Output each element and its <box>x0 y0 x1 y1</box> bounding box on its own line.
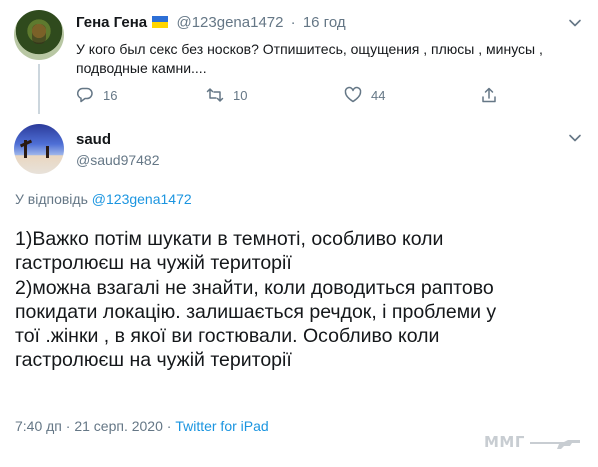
replying-to-handle-link[interactable]: @123gena1472 <box>92 191 192 207</box>
tweet-source-link[interactable]: Twitter for iPad <box>175 418 268 434</box>
like-button[interactable]: 44 <box>344 86 385 104</box>
tweet-text-line: тої .жінки , в якої ви гостювали. Особли… <box>15 325 440 348</box>
tweet-text-line: 1)Важко потім шукати в темноті, особливо… <box>15 228 444 250</box>
original-tweet: Гена Гена @123gena1472 · 16 год У кого б… <box>0 0 598 118</box>
separator-dot: · <box>290 14 296 31</box>
reply-tweet-text: 1)Важко потім шукати в темноті, особливо… <box>15 227 585 373</box>
tweet-text-line: 2)можна взагалі не знайти, коли доводить… <box>15 276 494 299</box>
share-icon <box>482 87 496 103</box>
tweet-text-line: гастролюєш на чужій території <box>15 252 292 275</box>
like-count: 44 <box>371 87 386 103</box>
watermark-text: ММГ <box>484 433 525 451</box>
chevron-down-icon[interactable] <box>568 16 582 30</box>
reply-author-name[interactable]: saud <box>76 131 111 148</box>
share-button[interactable] <box>480 86 498 104</box>
gena-avatar[interactable] <box>14 10 64 60</box>
author-handle[interactable]: @123gena1472 <box>176 14 283 31</box>
reply-button[interactable]: 16 <box>76 86 117 104</box>
replying-to: У відповідь @123gena1472 <box>15 191 192 207</box>
chevron-down-icon[interactable] <box>568 131 582 145</box>
tweet1-header: Гена Гена @123gena1472 · 16 год <box>76 14 346 31</box>
reply-author-handle[interactable]: @saud97482 <box>76 152 160 168</box>
reply-icon <box>76 87 93 103</box>
tweet1-actions: 16 10 44 <box>76 86 506 108</box>
ukraine-flag-icon <box>152 16 169 28</box>
watermark-logo: ММГ <box>478 423 588 461</box>
thread-connector-line <box>38 64 40 114</box>
retweet-count: 10 <box>233 87 248 103</box>
tweet-text-line: покидати локацію. залишається речдок, і … <box>15 300 497 323</box>
tweet-time[interactable]: 16 год <box>303 14 346 31</box>
heart-icon <box>344 86 362 103</box>
retweet-button[interactable]: 10 <box>206 86 247 104</box>
reply-count: 16 <box>103 87 118 103</box>
replying-to-label: У відповідь <box>15 191 88 207</box>
tweet-text-line: гастролюєш на чужій території <box>15 349 292 372</box>
tweet-timestamp[interactable]: 7:40 дп · 21 серп. 2020 · <box>15 418 175 434</box>
author-name[interactable]: Гена Гена <box>76 14 147 31</box>
saud-avatar[interactable] <box>14 124 64 174</box>
tweet-metadata: 7:40 дп · 21 серп. 2020 · Twitter for iP… <box>15 418 269 434</box>
retweet-icon <box>206 88 224 102</box>
rifle-icon <box>530 440 580 449</box>
tweet1-text: У кого был секс без носков? Отпишитесь, … <box>76 41 543 76</box>
